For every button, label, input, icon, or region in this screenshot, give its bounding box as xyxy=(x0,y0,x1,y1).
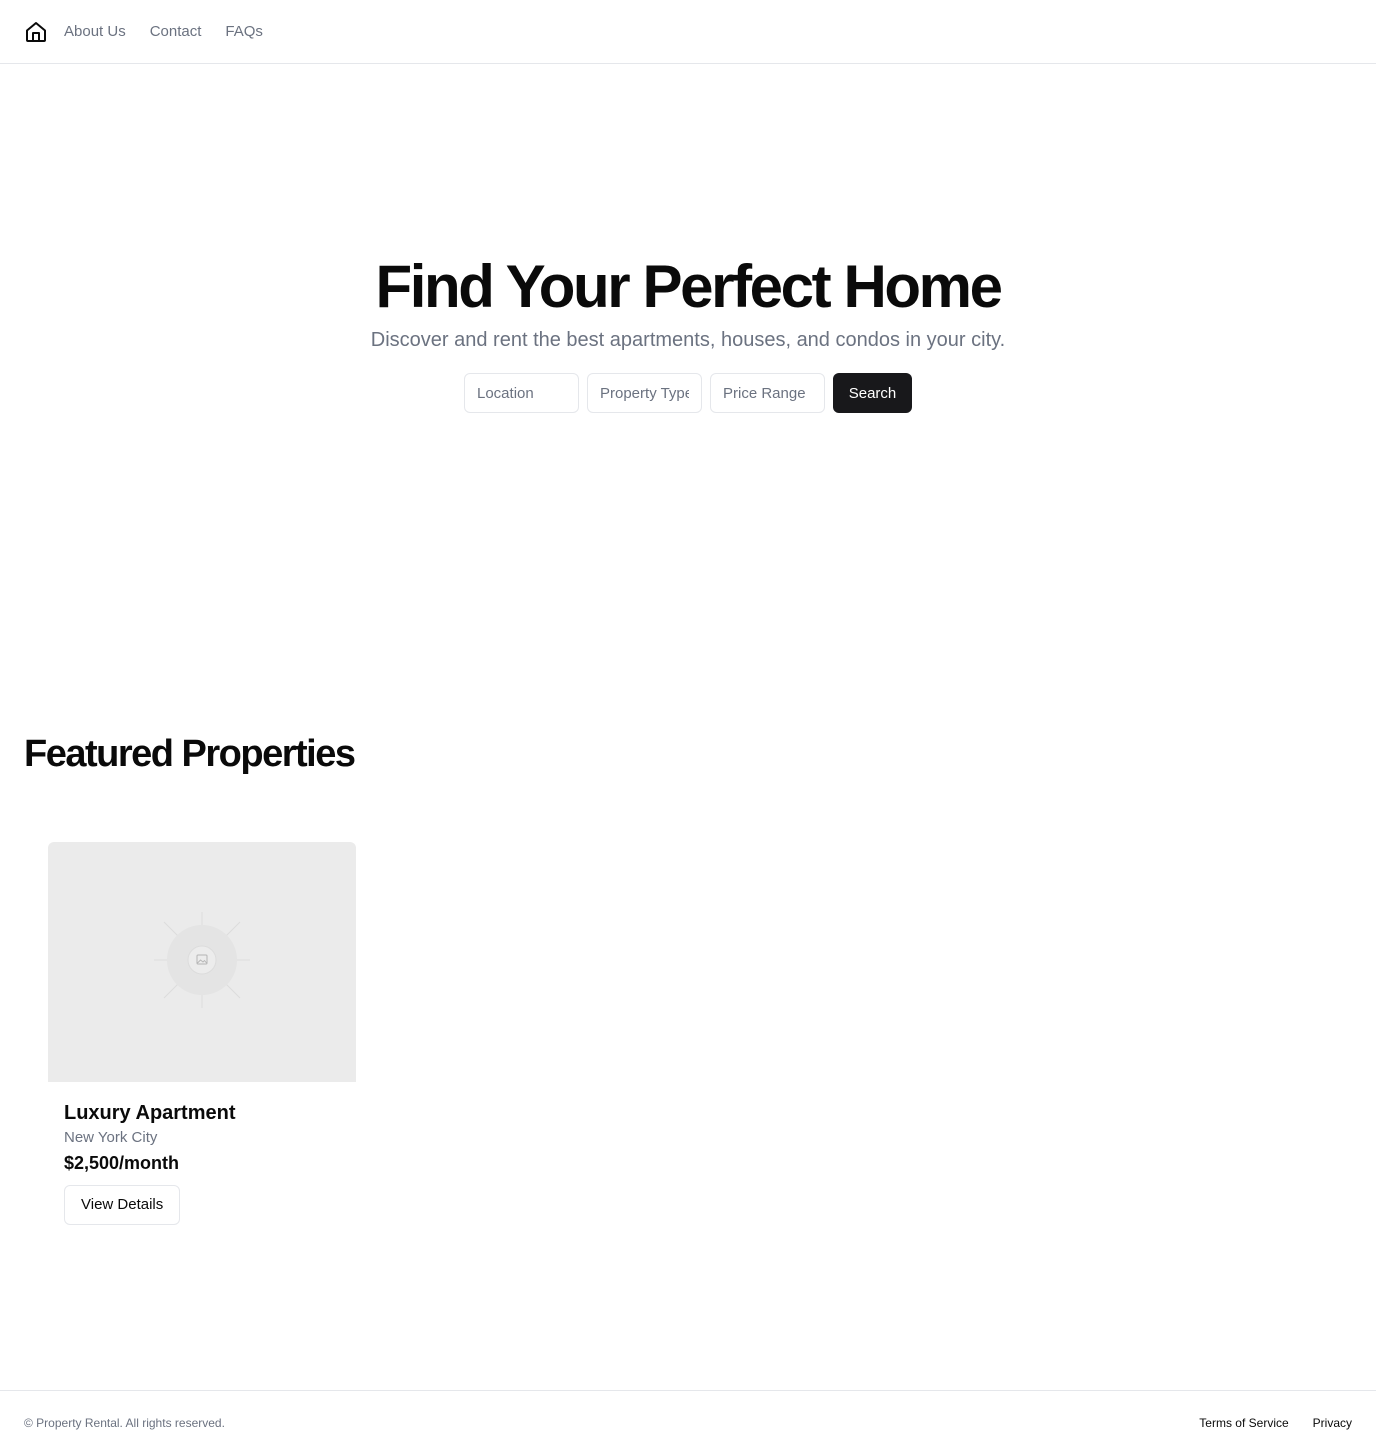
page: About Us Contact FAQs Find Your Perfect … xyxy=(0,0,1376,1455)
property-image xyxy=(48,842,356,1082)
privacy-link[interactable]: Privacy xyxy=(1313,1416,1352,1430)
footer-links: Terms of Service Privacy xyxy=(1199,1416,1352,1430)
price-range-input[interactable] xyxy=(710,373,825,413)
terms-of-service-link[interactable]: Terms of Service xyxy=(1199,1416,1288,1430)
property-title: Luxury Apartment xyxy=(64,1102,236,1124)
nav-faqs-link[interactable]: FAQs xyxy=(225,23,263,40)
nav-about-us-link[interactable]: About Us xyxy=(64,23,126,40)
property-type-input[interactable] xyxy=(587,373,702,413)
search-form: Search xyxy=(0,373,1376,413)
property-card-body: Luxury Apartment New York City $2,500/mo… xyxy=(48,1082,356,1225)
home-icon[interactable] xyxy=(24,20,48,44)
property-card: Luxury Apartment New York City $2,500/mo… xyxy=(48,842,356,1234)
property-price: $2,500/month xyxy=(64,1152,180,1173)
image-placeholder-icon xyxy=(154,911,250,1013)
main-nav: About Us Contact FAQs xyxy=(64,23,287,40)
hero-section: Find Your Perfect Home Discover and rent… xyxy=(0,64,1376,724)
property-location: New York City xyxy=(64,1129,158,1146)
search-button[interactable]: Search xyxy=(833,373,912,413)
location-input[interactable] xyxy=(464,373,579,413)
hero-title: Find Your Perfect Home xyxy=(375,253,1003,320)
featured-properties-heading: Featured Properties xyxy=(24,733,356,775)
copyright-text: © Property Rental. All rights reserved. xyxy=(24,1416,225,1430)
site-header: About Us Contact FAQs xyxy=(0,0,1376,64)
site-footer: © Property Rental. All rights reserved. … xyxy=(0,1390,1376,1455)
nav-contact-link[interactable]: Contact xyxy=(150,23,202,40)
view-details-button[interactable]: View Details xyxy=(64,1184,181,1225)
hero-subtitle: Discover and rent the best apartments, h… xyxy=(370,329,1006,351)
